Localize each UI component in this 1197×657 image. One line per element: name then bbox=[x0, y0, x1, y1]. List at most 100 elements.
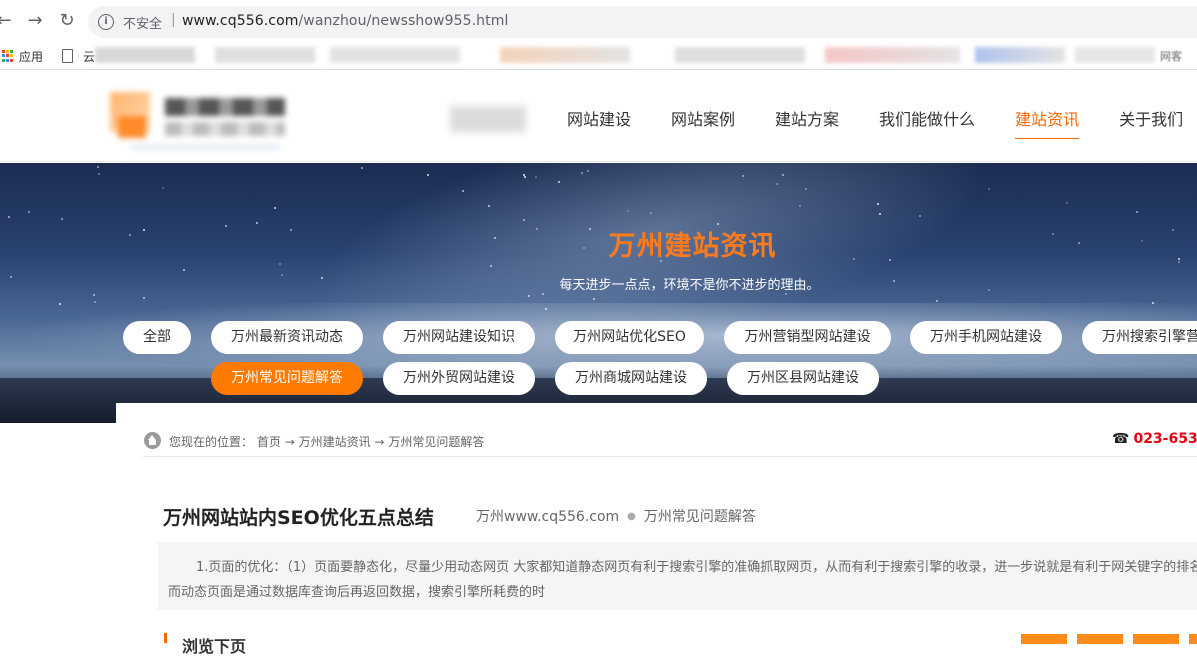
header-blurred-element bbox=[450, 106, 526, 132]
reload-icon[interactable]: ↻ bbox=[57, 11, 77, 31]
browser-toolbar: ← → ↻ i 不安全 | www.cq556.com/wanzhou/news… bbox=[0, 0, 1197, 44]
apps-grid-icon[interactable] bbox=[2, 50, 14, 62]
star-icon bbox=[94, 301, 96, 303]
article-meta: 万州www.cq556.com ● 万州常见问题解答 bbox=[476, 506, 756, 526]
bookmark-blurred[interactable] bbox=[975, 47, 1065, 63]
star-icon bbox=[528, 295, 530, 297]
star-icon bbox=[558, 181, 560, 183]
star-icon bbox=[936, 300, 938, 302]
star-icon bbox=[183, 269, 185, 271]
bookmark-last[interactable]: 网客 bbox=[1160, 48, 1182, 64]
category-tag[interactable]: 万州搜索引擎营 bbox=[1082, 321, 1197, 354]
home-icon bbox=[144, 432, 161, 449]
star-icon bbox=[1136, 211, 1138, 213]
star-icon bbox=[28, 211, 30, 213]
category-tag[interactable]: 万州商城网站建设 bbox=[555, 362, 707, 395]
star-icon bbox=[542, 293, 544, 295]
star-icon bbox=[279, 263, 281, 265]
star-icon bbox=[523, 174, 525, 176]
url-separator: | bbox=[171, 12, 176, 28]
content-panel: 您现在的位置： 首页 → 万州建站资讯 → 万州常见问题解答 ☎023-6530… bbox=[116, 403, 1197, 656]
bookmark-blurred[interactable] bbox=[675, 47, 805, 63]
star-icon bbox=[490, 265, 492, 267]
star-icon bbox=[535, 176, 537, 178]
article-summary: 1.页面的优化：（1）页面要静态化，尽量少用动态网页 大家都知道静态网页有利于搜… bbox=[158, 542, 1197, 610]
breadcrumb-current[interactable]: 万州常见问题解答 bbox=[388, 435, 484, 449]
share-button[interactable] bbox=[1077, 634, 1123, 644]
breadcrumb-home[interactable]: 首页 bbox=[257, 435, 281, 449]
star-icon bbox=[1152, 302, 1154, 304]
article-summary-text: 1.页面的优化：（1）页面要静态化，尽量少用动态网页 大家都知道静态网页有利于搜… bbox=[168, 560, 1197, 600]
article-category[interactable]: 万州常见问题解答 bbox=[644, 509, 756, 525]
document-icon bbox=[62, 49, 73, 63]
category-tag[interactable]: 万州常见问题解答 bbox=[211, 362, 363, 395]
info-icon[interactable]: i bbox=[98, 14, 114, 30]
back-icon[interactable]: ← bbox=[0, 11, 14, 31]
bookmark-blurred[interactable] bbox=[1075, 47, 1155, 63]
nav-item[interactable]: 建站资讯 bbox=[1015, 106, 1080, 139]
nav-item[interactable]: 建站方案 bbox=[775, 106, 839, 139]
breadcrumb-prefix: 您现在的位置： bbox=[169, 435, 254, 449]
meta-dot-icon: ● bbox=[627, 511, 636, 522]
bookmark-blurred[interactable] bbox=[215, 47, 315, 63]
star-icon bbox=[427, 174, 429, 176]
star-icon bbox=[143, 297, 145, 299]
bookmark-blurred[interactable] bbox=[330, 47, 460, 63]
star-icon bbox=[919, 215, 921, 217]
star-icon bbox=[593, 298, 595, 300]
breadcrumb-arrow: → bbox=[374, 435, 385, 449]
main-nav: 网站建设 网站案例 建站方案 我们能做什么 建站资讯 关于我们 bbox=[567, 106, 1183, 139]
bookmark-blurred[interactable] bbox=[825, 47, 960, 63]
bookmark-blurred[interactable] bbox=[500, 47, 630, 63]
section-marker bbox=[164, 633, 167, 643]
star-icon bbox=[776, 183, 778, 185]
breadcrumb: 您现在的位置： 首页 → 万州建站资讯 → 万州常见问题解答 bbox=[169, 433, 484, 450]
star-icon bbox=[782, 174, 784, 176]
star-icon bbox=[587, 170, 589, 172]
bookmarks-bar: 应用 云 网客 bbox=[0, 44, 1197, 70]
star-icon bbox=[98, 173, 100, 175]
article-source: 万州www.cq556.com bbox=[476, 509, 620, 525]
category-tag[interactable]: 万州外贸网站建设 bbox=[383, 362, 535, 395]
star-icon bbox=[742, 175, 744, 177]
category-tag[interactable]: 万州最新资讯动态 bbox=[211, 321, 363, 354]
phone-number: ☎023-6530 bbox=[1112, 431, 1197, 447]
forward-icon[interactable]: → bbox=[25, 11, 45, 31]
star-icon bbox=[650, 212, 652, 214]
article-title: 万州网站站内SEO优化五点总结 bbox=[163, 507, 434, 529]
bookmark-blurred[interactable] bbox=[95, 47, 195, 63]
nav-item[interactable]: 我们能做什么 bbox=[879, 106, 975, 139]
site-logo[interactable] bbox=[110, 88, 300, 154]
breadcrumb-divider bbox=[143, 456, 1197, 457]
star-icon bbox=[488, 205, 490, 207]
star-icon bbox=[61, 218, 63, 220]
bookmark-first[interactable]: 云 bbox=[83, 48, 95, 65]
nav-item[interactable]: 网站建设 bbox=[567, 106, 631, 139]
phone-icon: ☎ bbox=[1112, 431, 1130, 447]
star-icon bbox=[877, 203, 879, 205]
address-bar[interactable]: i 不安全 | www.cq556.com/wanzhou/newsshow95… bbox=[88, 6, 1197, 38]
star-icon bbox=[545, 308, 547, 310]
nav-item[interactable]: 网站案例 bbox=[671, 106, 735, 139]
star-icon bbox=[462, 190, 464, 192]
category-tag[interactable]: 万州区县网站建设 bbox=[727, 362, 879, 395]
star-icon bbox=[93, 294, 95, 296]
url-text[interactable]: www.cq556.com/wanzhou/newsshow955.html bbox=[182, 13, 508, 29]
bookmark-apps[interactable]: 应用 bbox=[19, 48, 43, 65]
star-icon bbox=[59, 303, 61, 305]
breadcrumb-news[interactable]: 万州建站资讯 bbox=[299, 435, 371, 449]
share-button[interactable] bbox=[1133, 634, 1179, 644]
star-icon bbox=[1066, 202, 1068, 204]
category-tag[interactable]: 全部 bbox=[123, 321, 191, 354]
category-tag[interactable]: 万州网站优化SEO bbox=[555, 321, 704, 354]
category-tag[interactable]: 万州网站建设知识 bbox=[383, 321, 535, 354]
share-button[interactable] bbox=[1021, 634, 1067, 644]
star-icon bbox=[581, 172, 583, 174]
star-icon bbox=[988, 188, 990, 190]
star-icon bbox=[805, 188, 807, 190]
nav-item[interactable]: 关于我们 bbox=[1119, 106, 1183, 139]
category-tag[interactable]: 万州营销型网站建设 bbox=[724, 321, 891, 354]
breadcrumb-arrow: → bbox=[284, 435, 295, 449]
share-button[interactable] bbox=[1189, 634, 1197, 644]
category-tag[interactable]: 万州手机网站建设 bbox=[910, 321, 1062, 354]
